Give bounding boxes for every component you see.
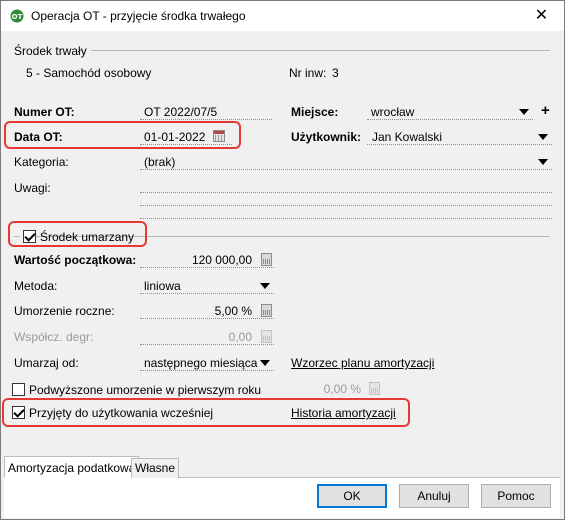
srodek-section-divider	[91, 50, 550, 51]
add-miejsce-plus-icon[interactable]: +	[541, 103, 550, 118]
calculator-icon[interactable]	[261, 304, 272, 317]
metoda-label: Metoda:	[14, 279, 58, 293]
ok-button[interactable]: OK	[317, 484, 387, 508]
wartosc-underline	[140, 267, 274, 268]
uwagi-label: Uwagi:	[14, 181, 51, 195]
wspolcz-field: 0,00	[140, 327, 274, 345]
chevron-down-icon	[260, 360, 270, 366]
chevron-down-icon	[538, 159, 548, 165]
tab-amortyzacja-podatkowa[interactable]: Amortyzacja podatkowa	[4, 456, 140, 478]
uwagi-line-3	[140, 218, 552, 219]
wspolcz-underline	[140, 344, 274, 345]
chevron-down-icon	[260, 283, 270, 289]
wzorzec-planu-link[interactable]: Wzorzec planu amortyzacji	[291, 356, 434, 370]
uwagi-line-2	[140, 205, 552, 206]
srodek-section-label: Środek trwały	[14, 44, 87, 58]
calculator-icon	[369, 382, 380, 395]
uzytkownik-label: Użytkownik:	[291, 130, 362, 144]
wartosc-label: Wartość początkowa:	[14, 253, 137, 267]
tab-wlasne[interactable]: Własne	[131, 458, 180, 478]
podwyzszone-checkbox[interactable]	[12, 383, 25, 396]
window-title: Operacja OT - przyjęcie środka trwałego	[31, 9, 246, 23]
kategoria-value: (brak)	[144, 155, 176, 169]
calculator-icon	[261, 330, 272, 343]
umarzaj-value: następnego miesiąca	[144, 356, 258, 370]
uzytkownik-underline	[367, 144, 552, 145]
umorzenie-value: 5,00 %	[214, 304, 252, 318]
podwyzszone-toggle[interactable]: Podwyższone umorzenie w pierwszym roku	[12, 382, 272, 398]
ot-app-icon: OT	[10, 9, 24, 23]
svg-text:OT: OT	[12, 13, 23, 21]
title-bar: OT Operacja OT - przyjęcie środka trwałe…	[1, 1, 564, 31]
kategoria-underline	[140, 169, 552, 170]
uwagi-textarea[interactable]	[140, 177, 552, 221]
podwyzszone-field: 0,00 %	[291, 379, 381, 397]
calculator-icon[interactable]	[261, 253, 272, 266]
srodek-umarzany-highlight	[8, 221, 147, 247]
nr-inw-label: Nr inw:	[289, 66, 327, 80]
podwyzszone-label: Podwyższone umorzenie w pierwszym roku	[29, 383, 262, 397]
podwyzszone-value: 0,00 %	[323, 382, 361, 396]
umarzaj-label: Umarzaj od:	[14, 356, 79, 370]
data-ot-highlight	[4, 121, 241, 149]
srodek-name: 5 - Samochód osobowy	[26, 66, 152, 80]
chevron-down-icon	[538, 134, 548, 140]
kategoria-select[interactable]: (brak)	[140, 152, 552, 170]
miejsce-label: Miejsce:	[291, 105, 339, 119]
umarzaj-underline	[140, 370, 274, 371]
umorzenie-field[interactable]: 5,00 %	[140, 301, 274, 319]
wspolcz-label: Współcz. degr:	[14, 330, 94, 344]
kategoria-label: Kategoria:	[14, 155, 69, 169]
umorzenie-label: Umorzenie roczne:	[14, 304, 115, 318]
nr-inw-value: 3	[332, 66, 339, 80]
miejsce-select[interactable]: wrocław	[367, 102, 533, 120]
close-button[interactable]: ✕	[519, 1, 564, 31]
cancel-button[interactable]: Anuluj	[399, 484, 469, 508]
help-button[interactable]: Pomoc	[481, 484, 551, 508]
numer-ot-label: Numer OT:	[14, 105, 75, 119]
miejsce-underline	[367, 119, 533, 120]
wartosc-value: 120 000,00	[191, 253, 252, 267]
uwagi-line-1	[140, 192, 552, 193]
chevron-down-icon	[519, 109, 529, 115]
wartosc-field[interactable]: 120 000,00	[140, 250, 274, 268]
metoda-underline	[140, 293, 274, 294]
uzytkownik-value: Jan Kowalski	[372, 130, 443, 144]
numer-ot-field[interactable]: OT 2022/07/5	[140, 102, 272, 120]
umarzaj-select[interactable]: następnego miesiąca	[140, 353, 274, 371]
umorzenie-underline	[140, 318, 274, 319]
miejsce-value: wrocław	[371, 105, 415, 119]
numer-ot-underline	[140, 119, 272, 120]
tab-panel	[4, 477, 560, 518]
metoda-value: liniowa	[144, 279, 181, 293]
przyjety-highlight	[2, 398, 410, 427]
dialog-window: OT Operacja OT - przyjęcie środka trwałe…	[0, 0, 565, 520]
close-icon: ✕	[534, 7, 549, 24]
wspolcz-value: 0,00	[228, 330, 252, 344]
uzytkownik-select[interactable]: Jan Kowalski	[367, 127, 552, 145]
metoda-select[interactable]: liniowa	[140, 276, 274, 294]
numer-ot-value: OT 2022/07/5	[144, 105, 218, 119]
